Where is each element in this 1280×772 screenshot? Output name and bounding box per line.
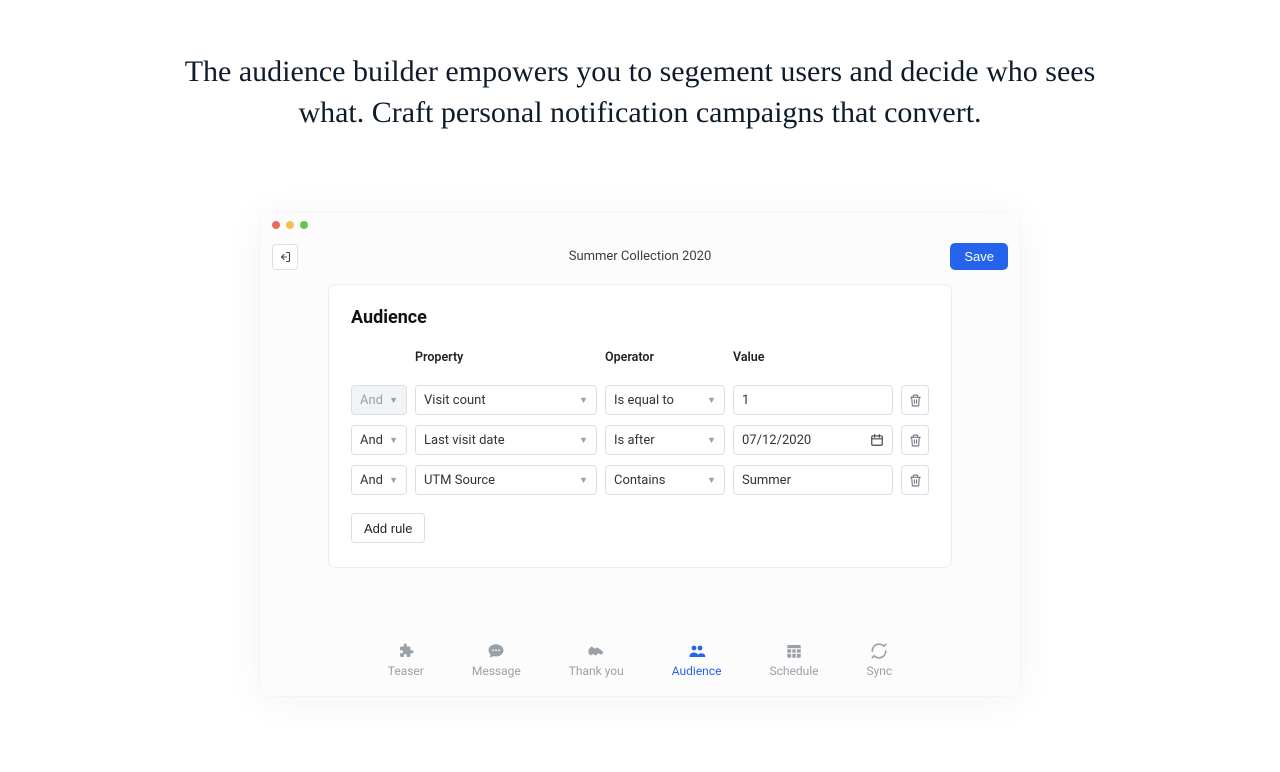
caret-down-icon: ▼ bbox=[389, 435, 398, 446]
trash-icon bbox=[909, 394, 922, 407]
tab-thankyou[interactable]: Thank you bbox=[569, 642, 624, 678]
operator-value: Is equal to bbox=[614, 393, 674, 408]
logic-value: And bbox=[360, 393, 383, 408]
tab-label: Teaser bbox=[388, 664, 424, 678]
value-input[interactable]: 1 bbox=[733, 385, 893, 415]
caret-down-icon: ▼ bbox=[579, 435, 588, 446]
delete-rule-button[interactable] bbox=[901, 465, 929, 495]
tab-audience[interactable]: Audience bbox=[672, 642, 722, 678]
tab-label: Audience bbox=[672, 664, 722, 678]
value-text: 07/12/2020 bbox=[742, 433, 811, 448]
tab-message[interactable]: Message bbox=[472, 642, 521, 678]
logout-icon bbox=[279, 251, 291, 263]
logic-select[interactable]: And ▼ bbox=[351, 425, 407, 455]
app-window: Summer Collection 2020 Save Audience Pro… bbox=[260, 213, 1020, 696]
save-button[interactable]: Save bbox=[950, 243, 1008, 270]
trash-icon bbox=[909, 434, 922, 447]
page-title: Summer Collection 2020 bbox=[569, 249, 712, 264]
operator-select[interactable]: Is after ▼ bbox=[605, 425, 725, 455]
property-select[interactable]: Last visit date ▼ bbox=[415, 425, 597, 455]
toolbar: Summer Collection 2020 Save bbox=[260, 237, 1020, 280]
caret-down-icon: ▼ bbox=[707, 395, 716, 406]
operator-value: Is after bbox=[614, 433, 655, 448]
caret-down-icon: ▼ bbox=[707, 435, 716, 446]
operator-select[interactable]: Is equal to ▼ bbox=[605, 385, 725, 415]
logic-value: And bbox=[360, 473, 383, 488]
tabbar: Teaser Message Thank you Audience Schedu… bbox=[260, 568, 1020, 696]
property-value: Last visit date bbox=[424, 433, 505, 448]
handshake-icon bbox=[586, 642, 606, 660]
caret-down-icon: ▼ bbox=[707, 475, 716, 486]
tab-sync[interactable]: Sync bbox=[867, 642, 893, 678]
back-button[interactable] bbox=[272, 244, 298, 270]
delete-rule-button[interactable] bbox=[901, 425, 929, 455]
panel-title: Audience bbox=[351, 307, 929, 328]
header-value: Value bbox=[733, 350, 893, 365]
window-minimize-dot[interactable] bbox=[286, 221, 294, 229]
tab-schedule[interactable]: Schedule bbox=[769, 642, 818, 678]
add-rule-button[interactable]: Add rule bbox=[351, 513, 425, 543]
tab-label: Sync bbox=[867, 664, 893, 678]
tab-teaser[interactable]: Teaser bbox=[388, 642, 424, 678]
caret-down-icon: ▼ bbox=[389, 475, 398, 486]
value-input-date[interactable]: 07/12/2020 bbox=[733, 425, 893, 455]
value-input[interactable]: Summer bbox=[733, 465, 893, 495]
value-text: 1 bbox=[742, 393, 749, 408]
delete-rule-button[interactable] bbox=[901, 385, 929, 415]
caret-down-icon: ▼ bbox=[579, 475, 588, 486]
tab-label: Message bbox=[472, 664, 521, 678]
property-value: UTM Source bbox=[424, 473, 495, 488]
operator-value: Contains bbox=[614, 473, 665, 488]
property-value: Visit count bbox=[424, 393, 486, 408]
tab-label: Thank you bbox=[569, 664, 624, 678]
header-property: Property bbox=[415, 350, 597, 365]
trash-icon bbox=[909, 474, 922, 487]
window-titlebar bbox=[260, 213, 1020, 237]
rules-grid: Property Operator Value And ▼ Visit coun… bbox=[351, 350, 929, 495]
property-select[interactable]: UTM Source ▼ bbox=[415, 465, 597, 495]
caret-down-icon: ▼ bbox=[389, 395, 398, 406]
refresh-icon bbox=[869, 642, 889, 660]
hero-text: The audience builder empowers you to seg… bbox=[180, 52, 1100, 133]
operator-select[interactable]: Contains ▼ bbox=[605, 465, 725, 495]
chat-icon bbox=[486, 642, 506, 660]
logic-select[interactable]: And ▼ bbox=[351, 465, 407, 495]
header-operator: Operator bbox=[605, 350, 725, 365]
value-text: Summer bbox=[742, 473, 791, 488]
logic-value: And bbox=[360, 433, 383, 448]
logic-select: And ▼ bbox=[351, 385, 407, 415]
window-close-dot[interactable] bbox=[272, 221, 280, 229]
caret-down-icon: ▼ bbox=[579, 395, 588, 406]
tab-label: Schedule bbox=[769, 664, 818, 678]
calendar-icon bbox=[870, 433, 884, 447]
window-maximize-dot[interactable] bbox=[300, 221, 308, 229]
calendar-grid-icon bbox=[784, 642, 804, 660]
audience-panel: Audience Property Operator Value And ▼ V… bbox=[328, 284, 952, 568]
puzzle-icon bbox=[396, 642, 416, 660]
people-icon bbox=[687, 642, 707, 660]
property-select[interactable]: Visit count ▼ bbox=[415, 385, 597, 415]
